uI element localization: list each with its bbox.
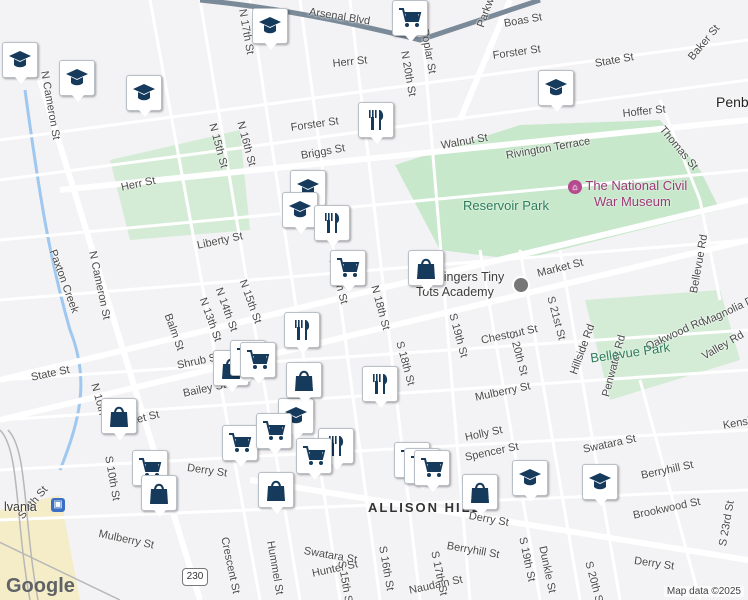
restaurant-marker[interactable] — [314, 205, 350, 247]
shopping-marker[interactable] — [101, 398, 137, 440]
restaurant-icon — [319, 210, 345, 236]
map-attribution[interactable]: Map data ©2025 — [663, 586, 744, 597]
restaurant-icon — [289, 317, 315, 343]
shopping-marker[interactable] — [258, 472, 294, 514]
school-marker[interactable] — [59, 60, 95, 102]
train-icon: ▣ — [51, 498, 65, 512]
grocery-marker[interactable] — [222, 425, 258, 467]
museum-icon: ⌂ — [568, 179, 582, 194]
grocery-icon — [335, 255, 361, 281]
shopping-marker[interactable] — [286, 362, 322, 404]
school-marker[interactable] — [538, 70, 574, 112]
city-label: Penb — [716, 94, 748, 110]
school-icon — [543, 75, 569, 101]
shopping-icon — [146, 480, 172, 506]
school-icon — [587, 469, 613, 495]
grocery-marker[interactable] — [414, 450, 450, 492]
restaurant-marker[interactable] — [362, 366, 398, 408]
shopping-marker[interactable] — [141, 475, 177, 517]
grocery-icon — [419, 455, 445, 481]
restaurant-icon — [367, 371, 393, 397]
station-label[interactable]: lvania — [4, 500, 37, 514]
grocery-icon — [227, 430, 253, 456]
school-icon — [287, 197, 313, 223]
park-label[interactable]: Reservoir Park — [463, 198, 549, 213]
grocery-marker[interactable] — [330, 250, 366, 292]
school-marker[interactable] — [126, 75, 162, 117]
restaurant-icon — [363, 107, 389, 133]
shopping-icon — [291, 367, 317, 393]
school-icon — [517, 465, 543, 491]
grocery-marker[interactable] — [392, 0, 428, 42]
school-marker[interactable] — [2, 42, 38, 84]
school-icon — [257, 13, 283, 39]
school-icon — [7, 47, 33, 73]
grocery-marker[interactable] — [296, 438, 332, 480]
school-marker[interactable] — [512, 460, 548, 502]
grocery-icon — [245, 347, 271, 373]
museum-label[interactable]: ⌂ The National Civil War Museum — [568, 178, 687, 209]
school-icon — [131, 80, 157, 106]
museum-name-line2: War Museum — [594, 193, 671, 209]
museum-name-line1: The National Civil — [585, 178, 688, 193]
school-marker[interactable] — [282, 192, 318, 234]
grocery-marker[interactable] — [256, 413, 292, 455]
school-icon — [64, 65, 90, 91]
restaurant-marker[interactable] — [284, 312, 320, 354]
school-marker[interactable] — [252, 8, 288, 50]
shopping-icon — [106, 403, 132, 429]
grocery-marker[interactable] — [240, 342, 276, 384]
restaurant-marker[interactable] — [358, 102, 394, 144]
grocery-icon — [301, 443, 327, 469]
shopping-marker[interactable] — [408, 250, 444, 292]
shopping-icon — [413, 255, 439, 281]
shopping-marker[interactable] — [462, 474, 498, 516]
google-logo: Google — [6, 575, 75, 597]
shopping-icon — [467, 479, 493, 505]
map-canvas[interactable]: Arsenal Blvd Boas St Herr St Herr St For… — [0, 0, 748, 600]
school-marker[interactable] — [582, 464, 618, 506]
school-pin-icon — [512, 276, 530, 294]
shopping-icon — [263, 477, 289, 503]
grocery-icon — [261, 418, 287, 444]
grocery-icon — [397, 5, 423, 31]
highway-230-shield: 230 — [182, 568, 208, 586]
